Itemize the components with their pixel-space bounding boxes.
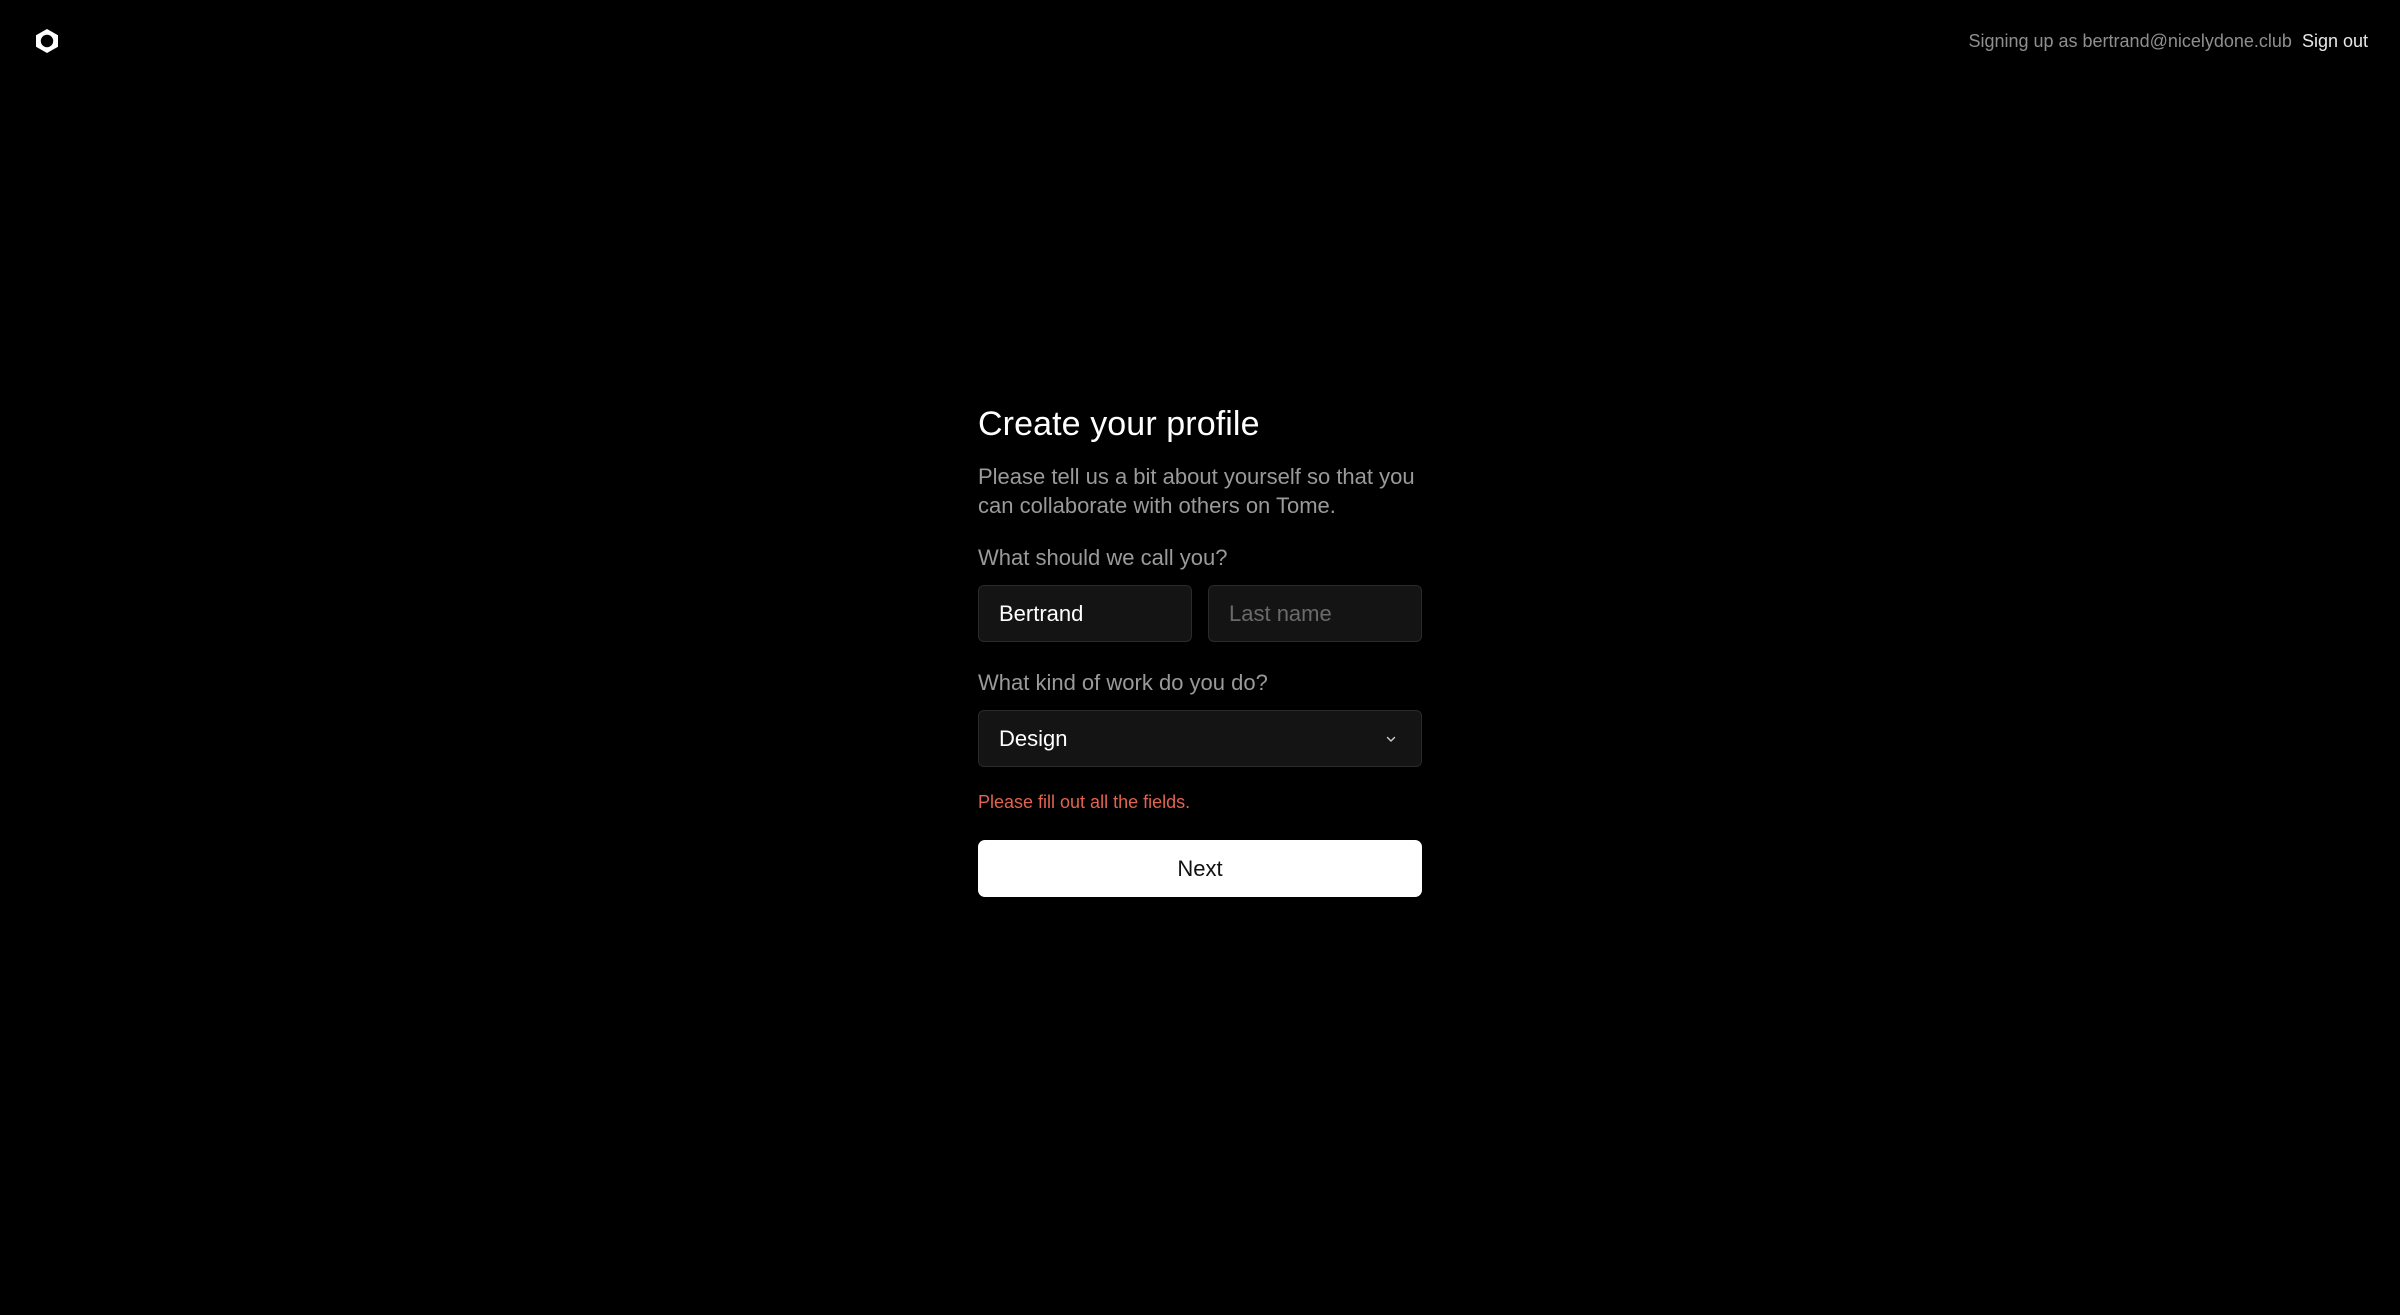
page-subtitle: Please tell us a bit about yourself so t…	[978, 464, 1415, 518]
last-name-input[interactable]	[1208, 585, 1422, 642]
work-label: What kind of work do you do?	[978, 670, 1268, 695]
create-profile-form: Create your profile Please tell us a bit…	[978, 398, 1422, 897]
sign-out-link[interactable]: Sign out	[2302, 31, 2368, 52]
next-button[interactable]: Next	[978, 840, 1422, 897]
name-label: What should we call you?	[978, 545, 1228, 570]
work-type-selected-value: Design	[999, 725, 1068, 751]
page-title: Create your profile	[978, 405, 1260, 443]
chevron-down-icon	[1386, 736, 1396, 742]
work-type-select[interactable]: Design	[978, 710, 1422, 767]
account-info: Signing up as bertrand@nicelydone.club S…	[1968, 28, 2368, 54]
signed-in-as-text: Signing up as bertrand@nicelydone.club	[1968, 30, 2292, 51]
first-name-input[interactable]	[978, 585, 1192, 642]
signup-page: Signing up as bertrand@nicelydone.club S…	[0, 0, 2400, 1315]
top-bar: Signing up as bertrand@nicelydone.club S…	[0, 0, 2400, 82]
name-fields	[978, 585, 1422, 642]
error-message: Please fill out all the fields.	[978, 792, 1191, 812]
tome-logo-icon[interactable]	[34, 28, 60, 54]
